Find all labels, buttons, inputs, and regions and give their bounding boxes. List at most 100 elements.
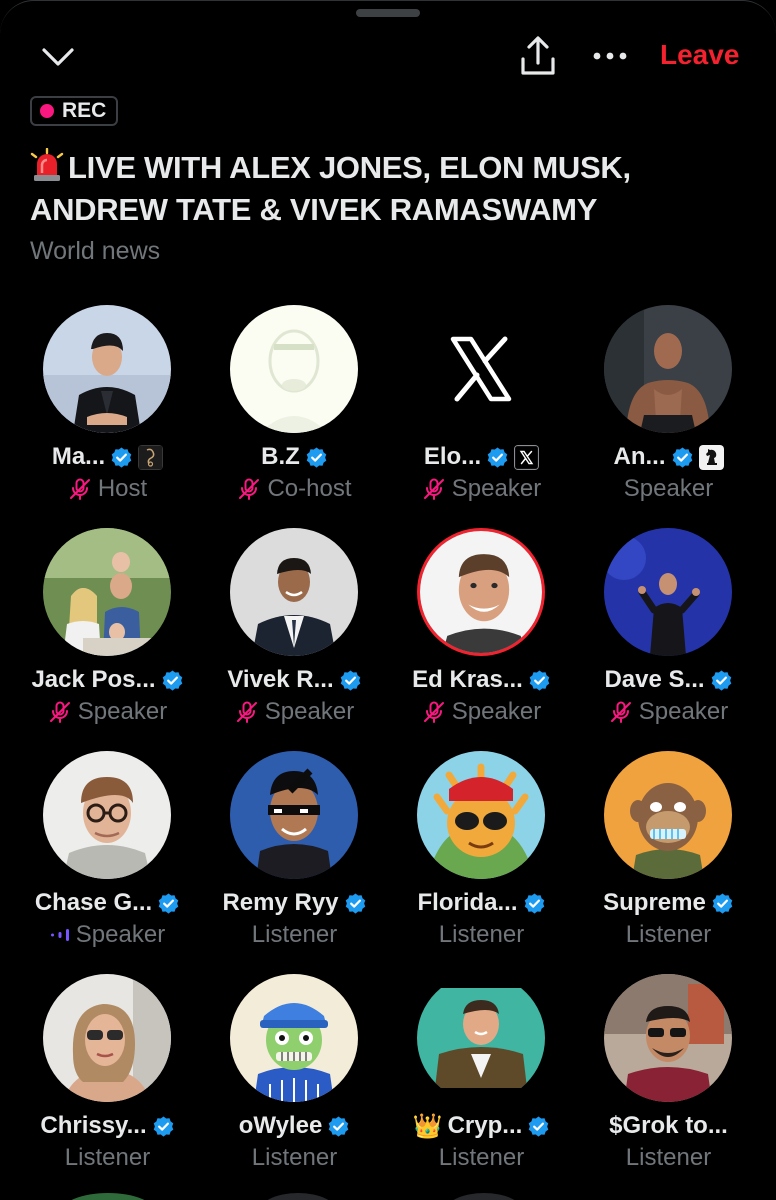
avatar[interactable] [604, 528, 732, 656]
participant-name-line: Elo... [388, 441, 575, 473]
participant-card[interactable]: Florida... Listener [388, 751, 575, 973]
verified-badge-icon [487, 446, 508, 468]
participant-role: Listener [251, 921, 338, 948]
participant-card[interactable]: Elo... Speaker [388, 305, 575, 527]
participant-card[interactable]: Ed Kras... Speaker [388, 528, 575, 750]
participant-role: Listener [625, 1144, 712, 1171]
avatar[interactable] [43, 974, 171, 1102]
participant-card[interactable]: B.Z Co-host [201, 305, 388, 527]
drag-handle[interactable] [356, 9, 420, 17]
participant-name-line: $Grok to... [575, 1110, 762, 1142]
participant-card[interactable]: oWylee Listener [201, 974, 388, 1196]
x-logo-icon [514, 444, 540, 470]
participant-role-line: Speaker [388, 696, 575, 728]
participant-role: Listener [438, 921, 525, 948]
avatar[interactable] [604, 974, 732, 1102]
participant-card[interactable]: Dave S... Speaker [575, 528, 762, 750]
participant-name: oWylee [238, 1112, 323, 1139]
participant-row: Ma... Host B.Z Co-host Elo... Speaker An… [14, 305, 762, 527]
rec-dot-icon [40, 104, 54, 118]
participant-name-line: 👑 Cryp... [388, 1110, 575, 1142]
siren-emoji-icon [30, 148, 64, 181]
participant-role-line: Speaker [575, 473, 762, 505]
participant-role: Speaker [451, 475, 542, 502]
participant-role: Speaker [77, 698, 168, 725]
avatar[interactable] [417, 528, 545, 656]
participant-name-line: An... [575, 441, 762, 473]
mic-muted-icon [49, 701, 70, 723]
participant-card[interactable]: Chase G... Speaker [14, 751, 201, 973]
participant-role-line: Listener [575, 919, 762, 951]
avatar[interactable] [43, 305, 171, 433]
participant-card[interactable]: Chrissy... Listener [14, 974, 201, 1196]
avatar[interactable] [43, 528, 171, 656]
participant-name-line: Jack Pos... [14, 664, 201, 696]
participant-name: Dave S... [604, 666, 705, 693]
verified-badge-icon [711, 669, 731, 691]
participant-card[interactable]: Supreme Listener [575, 751, 762, 973]
verified-badge-icon [153, 1115, 173, 1137]
participant-role-line: Listener [14, 1142, 201, 1174]
verified-badge-icon [529, 1115, 549, 1137]
avatar[interactable] [43, 751, 171, 879]
participant-role: Listener [625, 921, 712, 948]
participant-name-line: B.Z [201, 441, 388, 473]
participant-name: An... [613, 443, 666, 470]
chevron-down-icon[interactable] [40, 39, 76, 75]
avatar[interactable] [604, 305, 732, 433]
avatar[interactable] [230, 528, 358, 656]
avatar[interactable] [417, 751, 545, 879]
participant-name-line: Ed Kras... [388, 664, 575, 696]
sketch-badge-icon [138, 444, 164, 470]
mic-muted-icon [239, 478, 260, 500]
participant-name: Cryp... [447, 1112, 523, 1139]
participant-name: Chase G... [34, 889, 153, 916]
participant-name: Chrissy... [40, 1112, 147, 1139]
participant-card[interactable]: An... Speaker [575, 305, 762, 527]
participant-role-line: Speaker [14, 919, 201, 951]
avatar[interactable] [417, 305, 545, 433]
verified-badge-icon [672, 446, 692, 468]
participant-role: Speaker [638, 698, 729, 725]
chess-knight-icon [698, 444, 724, 470]
participant-card[interactable]: Jack Pos... Speaker [14, 528, 201, 750]
participant-role-line: Host [14, 473, 201, 505]
participant-name-line: Chase G... [14, 887, 201, 919]
recording-badge: REC [30, 96, 119, 126]
avatar[interactable] [230, 751, 358, 879]
participant-name: Ma... [51, 443, 106, 470]
participant-name-line: Florida... [388, 887, 575, 919]
mic-muted-icon [423, 701, 444, 723]
participant-row: Chrissy... Listener oWylee Listener 👑 Cr… [14, 974, 762, 1196]
mic-muted-icon [423, 478, 444, 500]
participant-role-line: Co-host [201, 473, 388, 505]
verified-badge-icon [345, 892, 365, 914]
participant-role: Listener [438, 1144, 525, 1171]
participant-name: B.Z [261, 443, 300, 470]
avatar[interactable] [604, 751, 732, 879]
participant-role-line: Speaker [388, 473, 575, 505]
mic-muted-icon [69, 478, 90, 500]
participant-card[interactable]: Remy Ryy Listener [201, 751, 388, 973]
speaking-waves-icon [50, 929, 69, 941]
share-icon[interactable] [518, 35, 558, 77]
participant-card[interactable]: 👑 Cryp... Listener [388, 974, 575, 1196]
verified-badge-icon [306, 446, 327, 468]
participant-name: Ed Kras... [412, 666, 523, 693]
avatar[interactable] [417, 974, 545, 1102]
avatar[interactable] [230, 305, 358, 433]
avatar[interactable] [230, 974, 358, 1102]
participant-role-line: Listener [201, 1142, 388, 1174]
participant-card[interactable]: $Grok to... Listener [575, 974, 762, 1196]
participant-role: Speaker [75, 921, 166, 948]
leave-button[interactable]: Leave [660, 39, 739, 71]
participant-card[interactable]: Vivek R... Speaker [201, 528, 388, 750]
more-options-icon[interactable] [590, 43, 630, 69]
mic-muted-icon [610, 701, 631, 723]
participant-card[interactable]: Ma... Host [14, 305, 201, 527]
participant-name-line: Ma... [14, 441, 201, 473]
participant-role-line: Speaker [201, 696, 388, 728]
participant-role-line: Listener [388, 919, 575, 951]
participant-name: Vivek R... [227, 666, 334, 693]
participant-name: Elo... [423, 443, 482, 470]
